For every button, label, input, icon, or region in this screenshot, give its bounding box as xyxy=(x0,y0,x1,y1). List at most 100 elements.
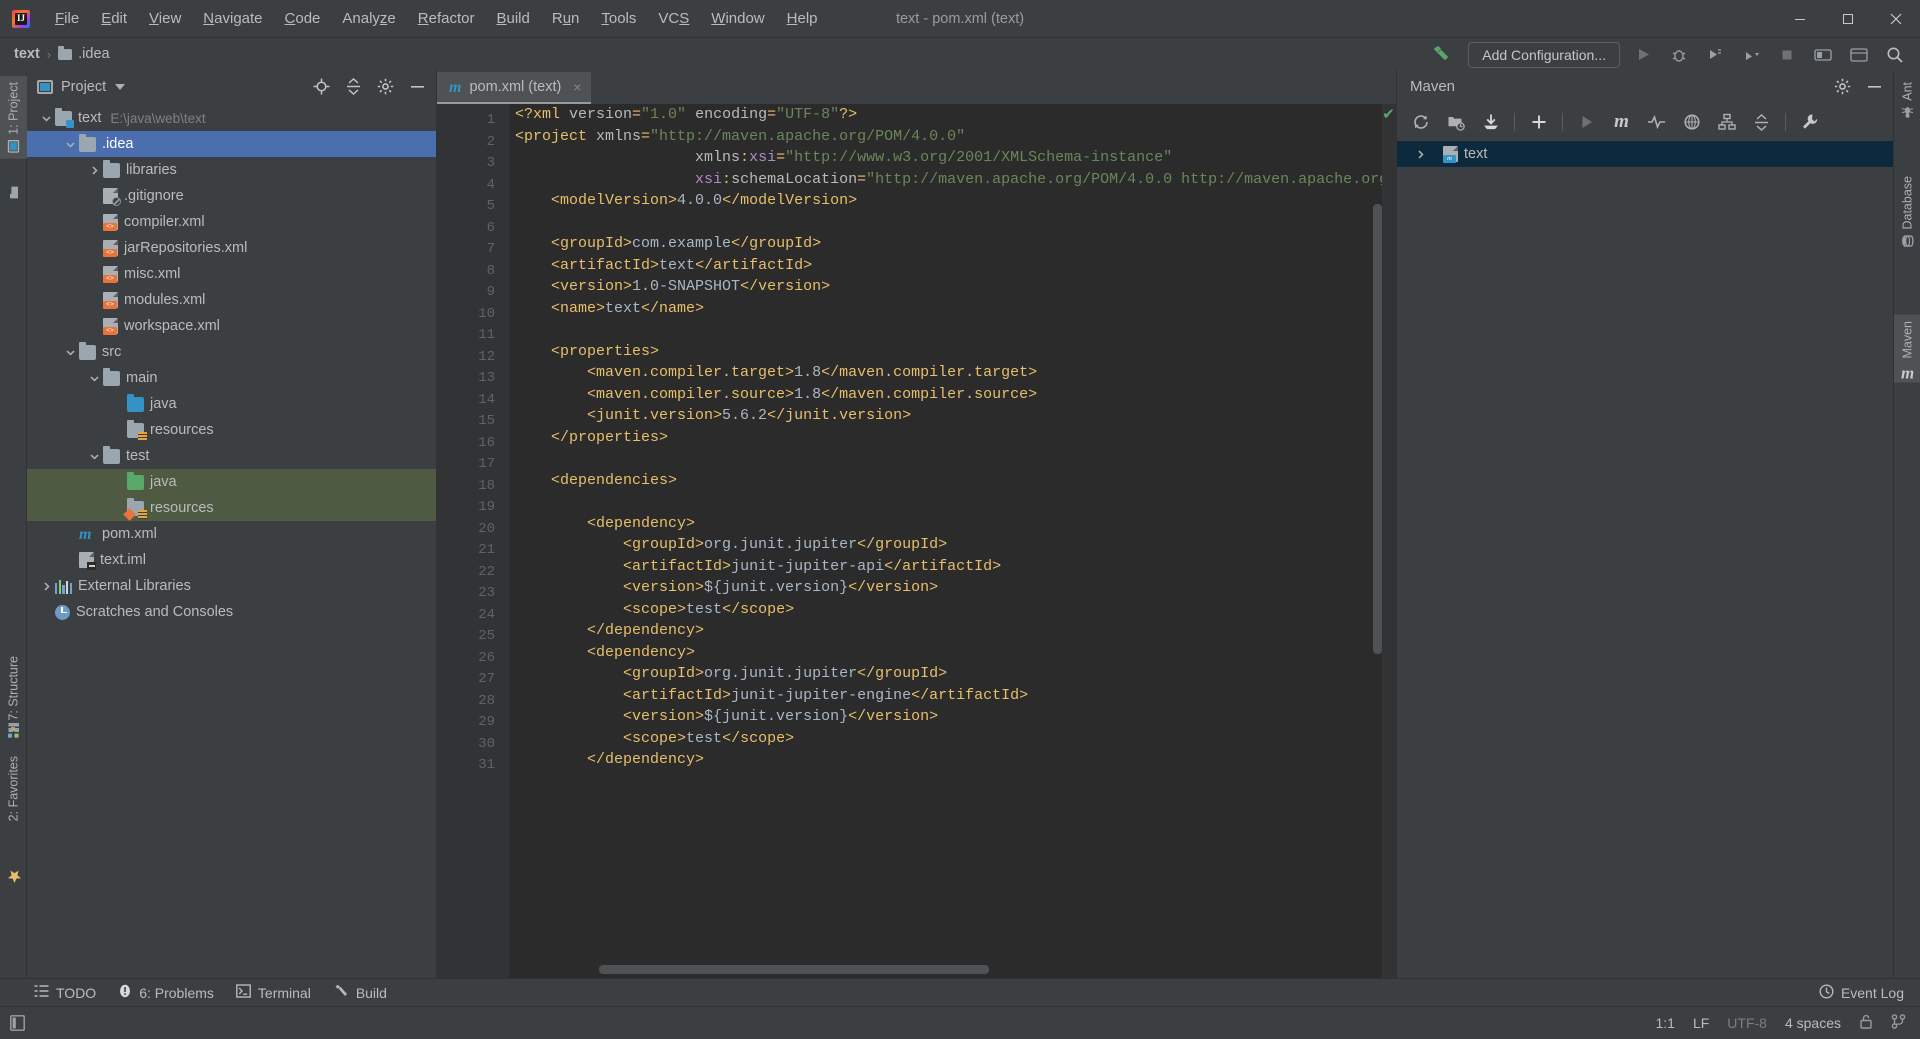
breadcrumb-item-project[interactable]: text xyxy=(14,46,40,62)
toggle-toolwindows-icon[interactable] xyxy=(0,1015,34,1031)
menu-item-analyze[interactable]: Analyze xyxy=(331,6,406,31)
tree-node-jarrepositories-xml[interactable]: <> jarRepositories.xml xyxy=(27,235,436,261)
chevron-down-icon[interactable] xyxy=(61,347,79,358)
tree-node-workspace-xml[interactable]: <> workspace.xml xyxy=(27,313,436,339)
maven-m-icon[interactable]: m xyxy=(1605,108,1638,136)
bottom-tool-event-log[interactable]: Event Log xyxy=(1819,983,1904,1002)
maven-tree-node[interactable]: m text xyxy=(1397,141,1893,167)
editor-body[interactable]: 1 2 3 4 5 6 7 8 9 10 11 12 13 14 15 16 17 18 19 20 21 22 23 24 2… xyxy=(437,104,1396,978)
add-icon[interactable] xyxy=(1522,108,1555,136)
tree-node-test[interactable]: test xyxy=(27,443,436,469)
chevron-right-icon[interactable] xyxy=(85,165,103,176)
menu-item-tools[interactable]: Tools xyxy=(590,6,647,31)
bottom-tool-problems[interactable]: 6: Problems xyxy=(118,984,214,1001)
menu-item-file[interactable]: File xyxy=(44,6,90,31)
tree-node-libraries[interactable]: libraries xyxy=(27,157,436,183)
offline-mode-icon[interactable] xyxy=(1675,108,1708,136)
debug-icon[interactable] xyxy=(1662,41,1696,69)
vertical-scrollbar[interactable] xyxy=(1373,204,1382,654)
bottom-tool-terminal[interactable]: Terminal xyxy=(236,984,311,1001)
close-icon[interactable]: × xyxy=(573,79,581,95)
sidebar-item-ant[interactable]: Ant xyxy=(1894,76,1920,125)
menu-item-build[interactable]: Build xyxy=(485,6,540,31)
profiler-icon[interactable] xyxy=(1734,41,1768,69)
sidebar-item-database[interactable]: Database xyxy=(1894,170,1920,254)
menu-item-run[interactable]: Run xyxy=(541,6,591,31)
add-maven-projects-icon[interactable] xyxy=(1439,108,1472,136)
menu-item-edit[interactable]: Edit xyxy=(90,6,138,31)
download-sources-icon[interactable] xyxy=(1474,108,1507,136)
caret-position[interactable]: 1:1 xyxy=(1655,1015,1674,1031)
menu-item-help[interactable]: Help xyxy=(776,6,829,31)
tree-node-main[interactable]: main xyxy=(27,365,436,391)
menu-item-code[interactable]: Code xyxy=(274,6,332,31)
updates-icon[interactable] xyxy=(1806,41,1840,69)
add-configuration-button[interactable]: Add Configuration... xyxy=(1468,41,1620,68)
project-tree[interactable]: text E:\java\web\text .idea libraries .gitig… xyxy=(27,103,436,978)
collapse-all-icon[interactable] xyxy=(338,74,368,100)
tree-node-external-libraries[interactable]: External Libraries xyxy=(27,573,436,599)
chevron-right-icon[interactable] xyxy=(37,581,55,592)
file-encoding[interactable]: UTF-8 xyxy=(1727,1015,1767,1031)
run-icon[interactable] xyxy=(1626,41,1660,69)
inspection-status-icon[interactable]: ✔ xyxy=(1382,107,1395,122)
code-content[interactable]: <?xml version="1.0" encoding="UTF-8"?> <p… xyxy=(509,104,1396,978)
show-dependencies-icon[interactable] xyxy=(1710,108,1743,136)
tree-node-resources[interactable]: resources xyxy=(27,417,436,443)
tree-node-src[interactable]: src xyxy=(27,339,436,365)
git-branch-icon[interactable] xyxy=(1891,1014,1906,1032)
tree-node-misc-xml[interactable]: <> misc.xml xyxy=(27,261,436,287)
menu-item-navigate[interactable]: Navigate xyxy=(192,6,273,31)
toggle-skip-tests-icon[interactable] xyxy=(1640,108,1673,136)
maven-settings-icon[interactable] xyxy=(1793,108,1826,136)
menu-item-view[interactable]: View xyxy=(138,6,192,31)
close-button[interactable] xyxy=(1872,0,1920,37)
gear-icon[interactable] xyxy=(370,74,400,100)
tree-node-java[interactable]: java xyxy=(27,391,436,417)
tree-node-compiler-xml[interactable]: <> compiler.xml xyxy=(27,209,436,235)
reload-all-projects-icon[interactable] xyxy=(1404,108,1437,136)
minimize-button[interactable] xyxy=(1776,0,1824,37)
stop-icon[interactable] xyxy=(1770,41,1804,69)
editor-gutter[interactable]: 1 2 3 4 5 6 7 8 9 10 11 12 13 14 15 16 17 18 19 20 21 22 23 24 2… xyxy=(437,104,509,978)
horizontal-scrollbar[interactable] xyxy=(599,965,989,974)
breadcrumb-item-idea[interactable]: .idea xyxy=(58,45,110,62)
tree-node--idea[interactable]: .idea xyxy=(27,131,436,157)
indent-setting[interactable]: 4 spaces xyxy=(1785,1015,1841,1031)
menu-item-window[interactable]: Window xyxy=(700,6,775,31)
line-separator[interactable]: LF xyxy=(1693,1015,1709,1031)
search-everywhere-icon[interactable] xyxy=(1842,41,1876,69)
tree-node-java[interactable]: java xyxy=(27,469,436,495)
structure-glyph-icon[interactable] xyxy=(0,715,27,740)
sidebar-item-maven[interactable]: m Maven xyxy=(1894,315,1920,383)
tree-node-modules-xml[interactable]: <> modules.xml xyxy=(27,287,436,313)
gear-icon[interactable] xyxy=(1827,74,1857,100)
sidebar-item-project[interactable]: 1: Project xyxy=(0,76,27,159)
maximize-button[interactable] xyxy=(1824,0,1872,37)
tree-node-resources[interactable]: resources xyxy=(27,495,436,521)
tree-node--gitignore[interactable]: .gitignore xyxy=(27,183,436,209)
menu-item-refactor[interactable]: Refactor xyxy=(407,6,486,31)
maven-tree[interactable]: m text xyxy=(1397,141,1893,978)
chevron-down-icon[interactable] xyxy=(37,113,55,124)
sidebar-item-favorites[interactable]: 2: Favorites xyxy=(0,750,27,827)
tree-node-text[interactable]: text E:\java\web\text xyxy=(27,105,436,131)
chevron-down-icon[interactable] xyxy=(115,83,126,90)
build-hammer-icon[interactable] xyxy=(1424,41,1458,69)
marker-bar[interactable] xyxy=(1382,104,1396,978)
unlocked-icon[interactable] xyxy=(1859,1014,1873,1032)
favorites-star-icon[interactable] xyxy=(0,865,27,890)
bottom-tool-todo[interactable]: TODO xyxy=(34,984,96,1001)
bottom-tool-build[interactable]: Build xyxy=(333,984,387,1002)
tree-node-pom-xml[interactable]: m pom.xml xyxy=(27,521,436,547)
chevron-right-icon[interactable] xyxy=(1411,149,1429,160)
menu-item-vcs[interactable]: VCS xyxy=(647,6,700,31)
collapse-all-icon[interactable] xyxy=(1745,108,1778,136)
chevron-down-icon[interactable] xyxy=(85,451,103,462)
tree-node-scratches-and-consoles[interactable]: Scratches and Consoles xyxy=(27,599,436,625)
hide-icon[interactable] xyxy=(1859,74,1889,100)
locate-target-icon[interactable] xyxy=(306,74,336,100)
editor-tab-pom-xml[interactable]: m pom.xml (text) × xyxy=(437,72,592,104)
execute-goal-icon[interactable] xyxy=(1570,108,1603,136)
hide-icon[interactable] xyxy=(402,74,432,100)
